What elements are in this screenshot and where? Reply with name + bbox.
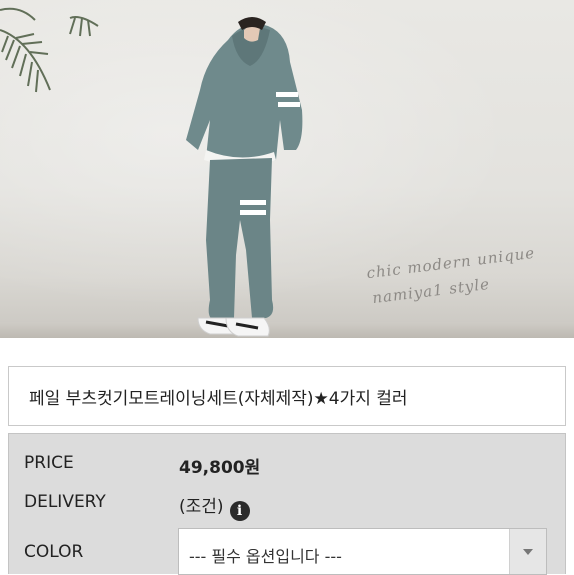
delivery-label: DELIVERY [24, 492, 106, 512]
delivery-value: (조건) [179, 497, 224, 517]
product-photo: chic modern unique namiya1 style [0, 0, 574, 338]
product-title: 페일 부츠컷기모트레이닝세트(자체제작)★4가지 컬러 [29, 389, 408, 409]
price-label: PRICE [24, 453, 74, 473]
info-icon[interactable]: i [229, 501, 250, 521]
chevron-down-icon [523, 549, 533, 555]
select-arrow-button[interactable] [509, 529, 546, 574]
color-select[interactable]: --- 필수 옵션입니다 --- [178, 528, 547, 575]
price-value: 49,800원 [179, 458, 261, 478]
delivery-value-wrap: (조건) i [179, 492, 250, 521]
product-info-panel: PRICE 49,800원 DELIVERY (조건) i COLOR --- 필… [8, 433, 566, 575]
product-title-box: 페일 부츠컷기모트레이닝세트(자체제작)★4가지 컬러 [8, 366, 566, 426]
color-select-value: --- 필수 옵션입니다 --- [189, 547, 342, 566]
color-label: COLOR [24, 542, 84, 562]
